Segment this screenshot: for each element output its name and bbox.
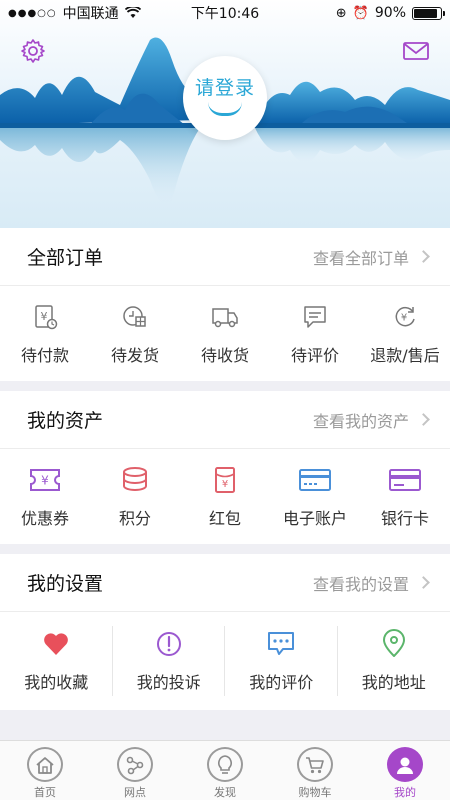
settings-header[interactable]: 我的设置 查看我的设置 <box>0 554 450 612</box>
alarm-icon: ⏰ <box>352 5 369 21</box>
order-label: 待付款 <box>20 345 69 365</box>
orders-section: 全部订单 查看全部订单 ¥ 待付款 待发货 待收货 待评价 ¥ 退款/售后 <box>0 228 450 381</box>
svg-text:¥: ¥ <box>401 312 407 323</box>
settings-section: 我的设置 查看我的设置 我的收藏 我的投诉 我的评价 我的地址 <box>0 554 450 710</box>
pending-shipment-icon <box>123 305 146 327</box>
lightbulb-icon <box>218 754 232 774</box>
asset-red-envelope[interactable]: ¥ 红包 <box>180 449 270 544</box>
setting-label: 我的地址 <box>361 673 426 692</box>
tab-network-points[interactable]: 网点 <box>90 741 180 800</box>
asset-label: 银行卡 <box>380 508 429 528</box>
tab-label: 我的 <box>394 786 416 799</box>
tab-discover[interactable]: 发现 <box>180 741 270 800</box>
setting-label: 我的评价 <box>249 673 314 692</box>
login-label: 请登录 <box>194 76 255 99</box>
my-reviews[interactable]: 我的评价 <box>225 612 338 710</box>
asset-label: 优惠券 <box>20 508 69 528</box>
asset-e-account[interactable]: 电子账户 <box>270 449 360 544</box>
bank-card-icon <box>389 468 421 491</box>
bottom-tab-bar: 首页 网点 发现 购物车 我的 <box>0 740 450 800</box>
asset-label: 电子账户 <box>282 508 347 528</box>
home-icon <box>36 756 54 774</box>
assets-title: 我的资产 <box>27 410 104 432</box>
asset-label: 积分 <box>118 508 151 528</box>
order-label: 待发货 <box>110 345 159 365</box>
clock: 下午10:46 <box>190 6 260 22</box>
my-favorites[interactable]: 我的收藏 <box>0 612 113 710</box>
asset-label: 红包 <box>208 508 241 528</box>
svg-text:¥: ¥ <box>41 310 48 323</box>
my-complaints[interactable]: 我的投诉 <box>113 612 226 710</box>
asset-points[interactable]: 积分 <box>90 449 180 544</box>
assets-section: 我的资产 查看我的资产 ¥ 优惠券 积分 ¥ 红包 电子账户 银行卡 <box>0 391 450 544</box>
login-button[interactable]: 请登录 <box>183 56 267 140</box>
order-pending-payment[interactable]: ¥ 待付款 <box>0 286 90 381</box>
review-icon <box>304 305 326 328</box>
mail-icon <box>403 42 429 60</box>
messages-button[interactable] <box>399 34 433 68</box>
order-pending-receipt[interactable]: 待收货 <box>180 286 270 381</box>
assets-header[interactable]: 我的资产 查看我的资产 <box>0 391 450 449</box>
battery-icon <box>412 6 445 20</box>
setting-label: 我的收藏 <box>24 673 89 692</box>
my-addresses[interactable]: 我的地址 <box>338 612 450 710</box>
network-points-icon <box>126 756 144 774</box>
order-label: 待评价 <box>290 345 339 365</box>
view-settings-link[interactable]: 查看我的设置 <box>313 571 409 595</box>
heart-icon <box>44 633 69 655</box>
tab-label: 发现 <box>214 786 236 799</box>
smile-icon <box>208 102 242 116</box>
location-pin-icon <box>382 629 405 657</box>
order-label: 退款/售后 <box>370 345 440 365</box>
exclamation-icon <box>156 632 181 656</box>
asset-coupon[interactable]: ¥ 优惠券 <box>0 449 90 544</box>
tab-home[interactable]: 首页 <box>0 741 90 800</box>
order-pending-review[interactable]: 待评价 <box>270 286 360 381</box>
asset-bank-card[interactable]: 银行卡 <box>360 449 450 544</box>
chevron-right-icon <box>417 250 430 263</box>
orientation-lock-icon: ⊕ <box>335 5 347 21</box>
view-assets-link[interactable]: 查看我的资产 <box>313 408 409 432</box>
coins-icon <box>123 466 147 491</box>
e-account-card-icon <box>299 468 331 491</box>
tab-label: 购物车 <box>298 786 332 799</box>
order-label: 待收货 <box>200 345 249 365</box>
order-pending-shipment[interactable]: 待发货 <box>90 286 180 381</box>
svg-text:¥: ¥ <box>41 473 49 487</box>
battery-percentage: 90% <box>374 5 406 21</box>
setting-label: 我的投诉 <box>136 673 201 692</box>
tab-label: 网点 <box>124 786 146 799</box>
carrier-label: 中国联通 <box>62 6 119 22</box>
tab-cart[interactable]: 购物车 <box>270 741 360 800</box>
refund-icon: ¥ <box>395 306 415 326</box>
orders-header[interactable]: 全部订单 查看全部订单 <box>0 228 450 286</box>
user-icon <box>397 757 413 774</box>
pending-payment-icon: ¥ <box>35 304 58 329</box>
settings-title: 我的设置 <box>27 573 104 595</box>
delivery-truck-icon <box>212 307 238 327</box>
chevron-right-icon <box>417 576 430 589</box>
coupon-icon: ¥ <box>30 468 60 491</box>
status-bar: ●●●○○ 中国联通 下午10:46 ⊕ ⏰ 90% <box>0 0 450 26</box>
orders-title: 全部订单 <box>27 247 104 269</box>
tab-mine[interactable]: 我的 <box>360 741 450 800</box>
order-refund[interactable]: ¥ 退款/售后 <box>360 286 450 381</box>
chat-bubble-icon <box>268 632 295 655</box>
gear-icon <box>21 39 45 63</box>
red-envelope-icon: ¥ <box>215 466 235 493</box>
wifi-icon <box>124 7 141 18</box>
settings-button[interactable] <box>16 34 50 68</box>
tab-label: 首页 <box>34 786 56 799</box>
svg-text:¥: ¥ <box>222 479 228 490</box>
cart-icon <box>306 756 324 773</box>
chevron-right-icon <box>417 413 430 426</box>
view-all-orders-link[interactable]: 查看全部订单 <box>313 245 409 269</box>
signal-strength-icon: ●●●○○ <box>8 7 57 19</box>
